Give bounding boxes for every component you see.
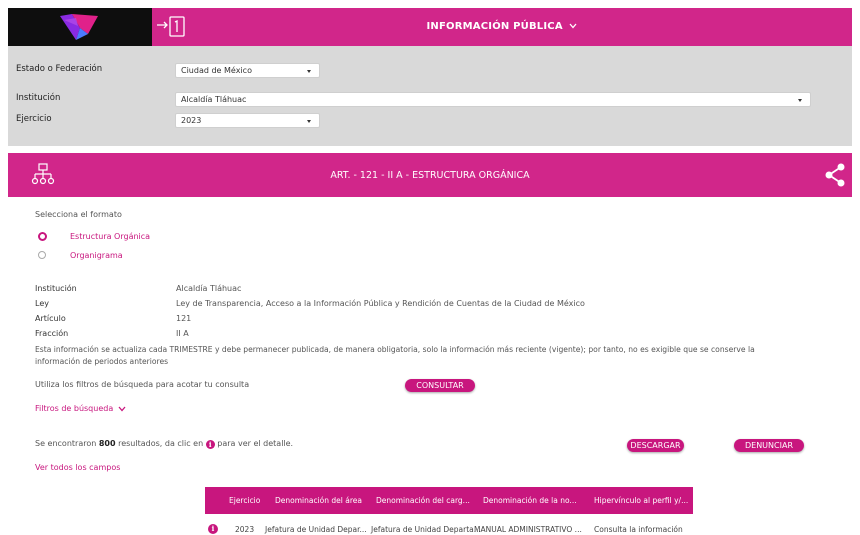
- chevron-down-icon: [569, 23, 577, 29]
- header-pink: INFORMACIÓN PÚBLICA: [152, 8, 852, 46]
- institucion-value: Alcaldía Tláhuac: [181, 95, 247, 104]
- results-middle: resultados, da clic en: [115, 439, 206, 448]
- institucion-select[interactable]: Alcaldía Tláhuac: [175, 92, 811, 107]
- detail-fraccion-value: II A: [176, 329, 189, 338]
- menu-informacion-publica[interactable]: INFORMACIÓN PÚBLICA: [152, 21, 852, 32]
- descargar-button[interactable]: DESCARGAR: [627, 439, 684, 452]
- radio-estructura-organica[interactable]: [38, 232, 47, 241]
- info-icon[interactable]: i: [208, 524, 218, 534]
- article-bar: ART. - 121 - II A - ESTRUCTURA ORGÁNICA: [8, 153, 852, 197]
- detail-articulo-label: Artículo: [35, 314, 66, 323]
- cell-ejercicio: 2023: [235, 525, 255, 534]
- detail-institucion-label: Institución: [35, 284, 77, 293]
- ejercicio-select[interactable]: 2023: [175, 113, 320, 128]
- share-icon[interactable]: [824, 163, 846, 187]
- denunciar-button[interactable]: DENUNCIAR: [734, 439, 804, 452]
- results-count: 800: [98, 439, 116, 448]
- cell-cargo: Jefatura de Unidad Departa...: [371, 525, 481, 534]
- caret-down-icon: [798, 99, 802, 102]
- caret-down-icon: [307, 70, 311, 73]
- column-header-cargo[interactable]: Denominación del carg...: [376, 496, 470, 505]
- results-suffix: para ver el detalle.: [214, 439, 294, 448]
- ejercicio-label: Ejercicio: [16, 114, 52, 124]
- results-prefix: Se encontraron: [35, 439, 99, 448]
- article-title: ART. - 121 - II A - ESTRUCTURA ORGÁNICA: [330, 170, 530, 181]
- logo[interactable]: [8, 8, 152, 46]
- filtros-label: Filtros de búsqueda: [35, 404, 114, 413]
- logo-icon: [60, 14, 98, 40]
- update-note-line1: Esta información se actualiza cada TRIME…: [35, 345, 755, 354]
- column-header-hipervinculo[interactable]: Hipervínculo al perfil y/...: [594, 496, 688, 505]
- detail-institucion-value: Alcaldía Tláhuac: [176, 284, 242, 293]
- ejercicio-value: 2023: [181, 116, 202, 125]
- detail-ley-label: Ley: [35, 299, 49, 308]
- detail-articulo-value: 121: [176, 314, 192, 323]
- results-summary: Se encontraron 800 resultados, da clic e…: [35, 439, 293, 449]
- institucion-label: Institución: [16, 93, 61, 103]
- option-estructura-organica[interactable]: Estructura Orgánica: [70, 232, 150, 241]
- cell-norma: MANUAL ADMINISTRATIVO ...: [474, 525, 582, 534]
- detail-fraccion-label: Fracción: [35, 329, 69, 338]
- estado-select[interactable]: Ciudad de México: [175, 63, 320, 78]
- cell-area: Jefatura de Unidad Depar...: [265, 525, 367, 534]
- format-prompt: Selecciona el formato: [35, 210, 122, 219]
- radio-organigrama[interactable]: [38, 251, 46, 259]
- caret-down-icon: [307, 120, 311, 123]
- detail-ley-value: Ley de Transparencia, Acceso a la Inform…: [176, 299, 585, 308]
- estado-label: Estado o Federación: [16, 64, 103, 74]
- estado-value: Ciudad de México: [181, 66, 252, 75]
- column-header-ejercicio[interactable]: Ejercicio: [229, 496, 260, 505]
- consultar-button[interactable]: CONSULTAR: [405, 379, 475, 392]
- filter-panel: Estado o Federación Ciudad de México Ins…: [8, 46, 852, 146]
- column-header-area[interactable]: Denominación del área: [275, 496, 362, 505]
- option-organigrama[interactable]: Organigrama: [70, 251, 123, 260]
- ver-todos-campos-link[interactable]: Ver todos los campos: [35, 463, 120, 472]
- update-note-line2: información de periodos anteriores: [35, 357, 169, 366]
- header-title: INFORMACIÓN PÚBLICA: [426, 21, 563, 32]
- table-header: Ejercicio Denominación del área Denomina…: [205, 487, 693, 514]
- column-header-norma[interactable]: Denominación de la no...: [483, 496, 577, 505]
- chevron-down-icon: [118, 406, 126, 411]
- info-icon: i: [205, 440, 215, 449]
- search-hint: Utiliza los filtros de búsqueda para aco…: [35, 380, 250, 389]
- cell-hipervinculo-link[interactable]: Consulta la información: [594, 525, 683, 534]
- filtros-busqueda-toggle[interactable]: Filtros de búsqueda: [35, 404, 126, 413]
- top-bar: INFORMACIÓN PÚBLICA: [0, 8, 860, 46]
